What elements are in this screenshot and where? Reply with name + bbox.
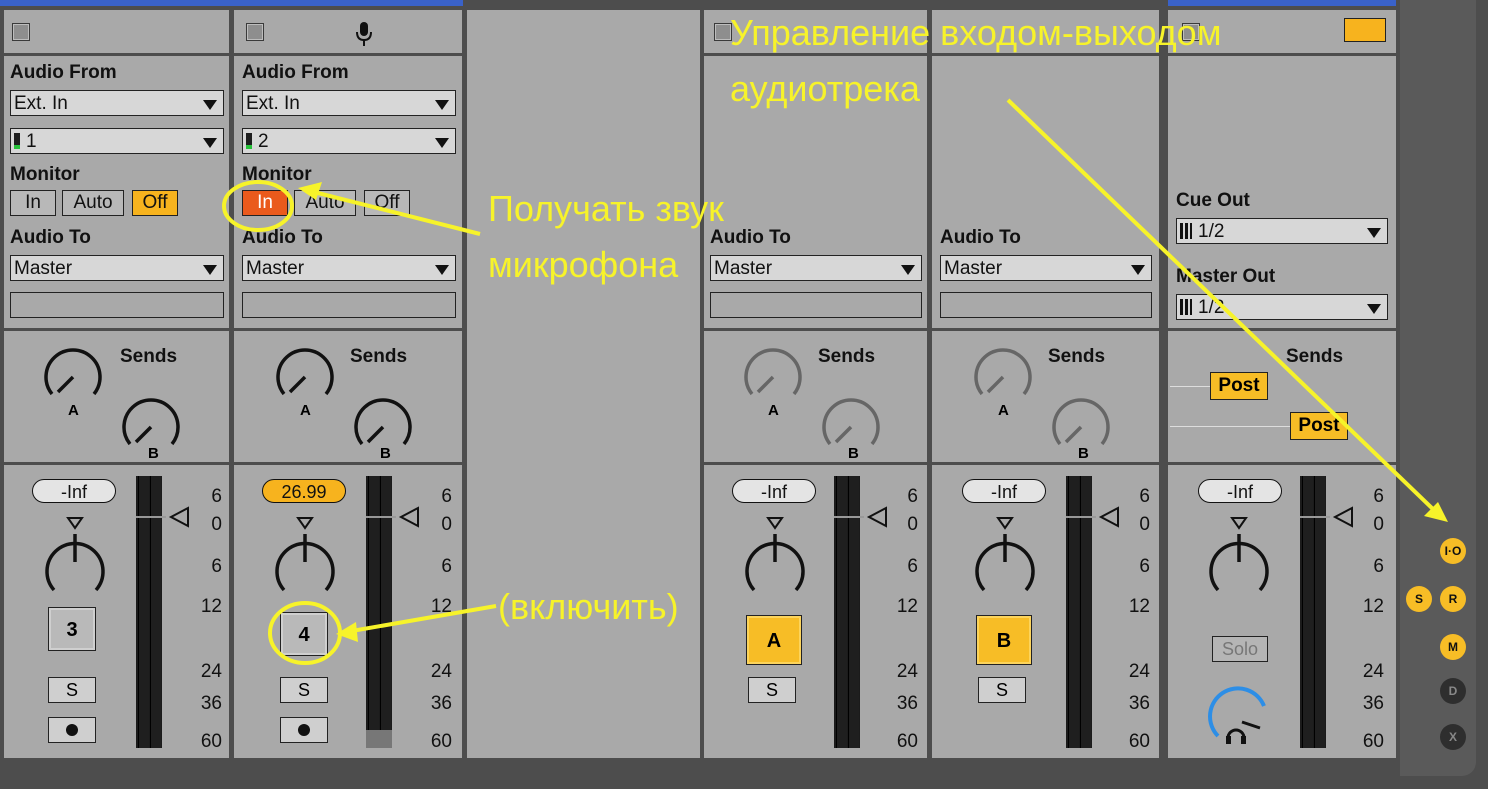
monitor-in-highlight-circle [222, 180, 294, 232]
mic-annotation-line2: микрофона [488, 244, 679, 285]
io-annotation-line1: Управление входом-выходом [730, 12, 1222, 53]
io-annotation-line2: аудиотрека [730, 68, 920, 109]
io-annotation-arrow-line [1006, 98, 1438, 514]
enable-annotation: (включить) [498, 586, 679, 627]
mic-annotation-arrowhead [298, 182, 322, 200]
enable-annotation-arrow-line [345, 604, 497, 634]
mic-annotation-line1: Получать звук [488, 188, 724, 229]
annotation-overlay [222, 98, 1448, 665]
track-number-highlight-circle [268, 601, 342, 665]
mic-annotation-arrow-line [305, 188, 481, 236]
